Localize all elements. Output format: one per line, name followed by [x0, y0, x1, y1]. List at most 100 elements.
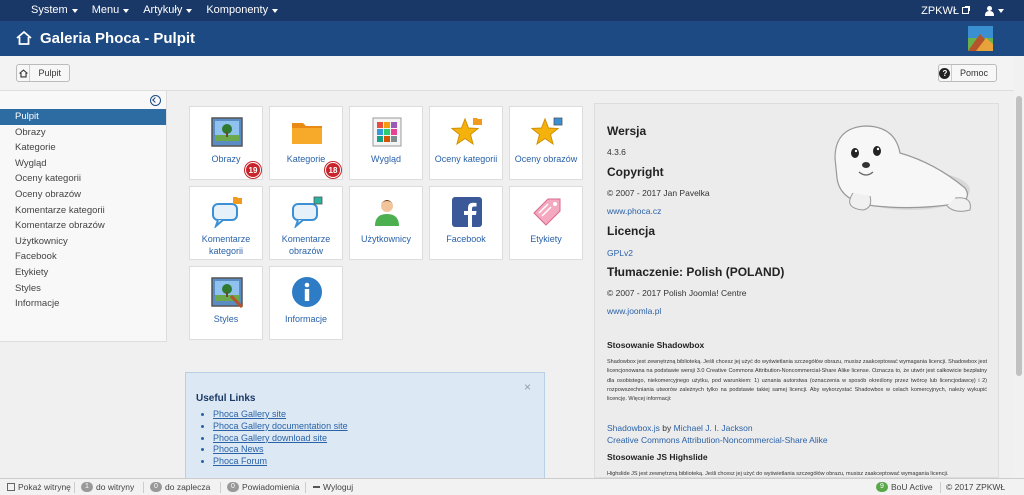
tile-appearance[interactable]: Wygląd: [349, 106, 423, 180]
divider: [74, 482, 75, 493]
messages-count-badge: 0: [227, 482, 239, 492]
sidebar-item-tags[interactable]: Etykiety: [0, 265, 166, 281]
info-panel: Wersja 4.3.6 Copyright © 2007 - 2017 Jan…: [594, 103, 999, 478]
question-icon: ?: [939, 67, 951, 79]
page-scrollbar[interactable]: [1014, 56, 1024, 478]
link-phoca-news[interactable]: Phoca News: [213, 444, 348, 456]
tile-users[interactable]: Użytkownicy: [349, 186, 423, 260]
user-menu[interactable]: [985, 5, 1004, 16]
sidebar-item-users[interactable]: Użytkownicy: [0, 234, 166, 250]
star-folder-icon: [451, 117, 482, 146]
sidebar-item-images[interactable]: Obrazy: [0, 125, 166, 141]
phoca-seal-mascot: [834, 125, 971, 212]
author-link[interactable]: Michael J. I. Jackson: [674, 423, 753, 433]
top-menu: System Menu Artykuły Komponenty: [24, 0, 285, 21]
toolbar: Pulpit ? Pomoc: [0, 56, 1024, 91]
sidebar-item-facebook[interactable]: Facebook: [0, 249, 166, 265]
menu-articles[interactable]: Artykuły: [136, 0, 199, 21]
divider: [220, 482, 221, 493]
show-site-link[interactable]: Pokaż witrynę: [7, 479, 71, 495]
useful-links-list: Phoca Gallery site Phoca Gallery documen…: [213, 409, 348, 468]
footer-copyright: © 2017 ZPKWŁ: [946, 482, 1006, 492]
home-icon: [17, 65, 31, 81]
messages[interactable]: 0 Powiadomienia: [227, 479, 300, 495]
tile-image-ratings[interactable]: Oceny obrazów: [509, 106, 583, 180]
close-icon[interactable]: ×: [524, 380, 531, 394]
tile-facebook[interactable]: Facebook: [429, 186, 503, 260]
page-title: Galeria Phoca - Pulpit: [40, 30, 196, 47]
sidebar: Pulpit Obrazy Kategorie Wygląd Oceny kat…: [0, 91, 167, 342]
styles-icon: [211, 277, 243, 308]
tile-category-comments[interactable]: Komentarze kategorii: [189, 186, 263, 260]
external-link-icon: [7, 483, 15, 491]
license-link[interactable]: GPLv2: [607, 248, 633, 258]
tile-image-comments[interactable]: Komentarze obrazów: [269, 186, 343, 260]
phoca-logo: [968, 26, 993, 51]
useful-links-title: Useful Links: [196, 393, 256, 404]
sidebar-item-image-comments[interactable]: Komentarze obrazów: [0, 218, 166, 234]
star-image-icon: [531, 117, 563, 146]
sidebar-item-image-ratings[interactable]: Oceny obrazów: [0, 187, 166, 203]
collapse-sidebar-icon[interactable]: [150, 95, 161, 106]
bou-status[interactable]: 9 BoU Active: [876, 479, 933, 495]
cc-license-link[interactable]: Creative Commons Attribution-Noncommerci…: [607, 435, 828, 445]
categories-count-badge: 18: [325, 162, 341, 178]
sidebar-item-category-comments[interactable]: Komentarze kategorii: [0, 203, 166, 219]
divider: [305, 482, 306, 493]
menu-components[interactable]: Komponenty: [199, 0, 285, 21]
link-download-site[interactable]: Phoca Gallery download site: [213, 433, 348, 445]
top-navbar: System Menu Artykuły Komponenty ZPKWŁ: [0, 0, 1024, 21]
sidebar-list: Pulpit Obrazy Kategorie Wygląd Oceny kat…: [0, 109, 166, 312]
page-header: Galeria Phoca - Pulpit: [0, 21, 1024, 56]
pulpit-button[interactable]: Pulpit: [16, 64, 70, 82]
info-icon: [292, 277, 322, 307]
folder-icon: [292, 123, 322, 144]
image-icon: [211, 117, 243, 147]
tile-styles[interactable]: Styles: [189, 266, 263, 340]
translation-heading: Tłumaczenie: Polish (POLAND): [607, 265, 785, 279]
shadowbox-link[interactable]: Shadowbox.js: [607, 423, 660, 433]
sidebar-item-pulpit[interactable]: Pulpit: [0, 109, 166, 125]
tile-categories[interactable]: Kategorie 18: [269, 106, 343, 180]
logout-icon: [313, 486, 320, 488]
highslide-text: Highslide JS jest zewnętrzną biblioteką.…: [607, 471, 949, 477]
shadowbox-heading: Stosowanie Shadowbox: [607, 340, 705, 350]
translation-link[interactable]: www.joomla.pl: [607, 306, 661, 316]
caret-down-icon: [71, 8, 78, 13]
caret-down-icon: [272, 8, 279, 13]
sidebar-item-styles[interactable]: Styles: [0, 281, 166, 297]
shadowbox-credits: Shadowbox.js by Michael J. I. Jackson: [607, 423, 753, 433]
version-value: 4.3.6: [607, 147, 626, 157]
sidebar-item-categories[interactable]: Kategorie: [0, 140, 166, 156]
user-icon: [985, 5, 994, 16]
site-link[interactable]: ZPKWŁ: [921, 5, 970, 17]
tile-images[interactable]: Obrazy 19: [189, 106, 263, 180]
caret-down-icon: [123, 8, 130, 13]
tile-info[interactable]: Informacje: [269, 266, 343, 340]
tile-category-ratings[interactable]: Oceny kategorii: [429, 106, 503, 180]
tile-tags[interactable]: Etykiety: [509, 186, 583, 260]
frontend-count-badge: 1: [81, 482, 93, 492]
bou-icon: 9: [876, 482, 888, 492]
menu-menu[interactable]: Menu: [85, 0, 137, 21]
link-documentation-site[interactable]: Phoca Gallery documentation site: [213, 421, 348, 433]
frontend-visitors[interactable]: 1 do witryny: [81, 479, 134, 495]
sidebar-item-appearance[interactable]: Wygląd: [0, 156, 166, 172]
copyright-text: © 2007 - 2017 Jan Pavelka: [607, 188, 710, 198]
help-button[interactable]: ? Pomoc: [938, 64, 997, 82]
sidebar-item-category-ratings[interactable]: Oceny kategorii: [0, 171, 166, 187]
tile-label: Komentarze kategorii: [201, 234, 251, 256]
menu-system[interactable]: System: [24, 0, 85, 21]
scrollbar-thumb[interactable]: [1016, 96, 1022, 376]
divider: [940, 482, 941, 493]
home-icon: [16, 30, 32, 45]
logout-link[interactable]: Wyloguj: [313, 479, 353, 495]
sidebar-item-info[interactable]: Informacje: [0, 296, 166, 312]
version-heading: Wersja: [607, 124, 647, 138]
link-phoca-gallery-site[interactable]: Phoca Gallery site: [213, 409, 348, 421]
link-phoca-forum[interactable]: Phoca Forum: [213, 456, 348, 468]
license-heading: Licencja: [607, 224, 656, 238]
images-count-badge: 19: [245, 162, 261, 178]
phoca-site-link[interactable]: www.phoca.cz: [607, 206, 661, 216]
backend-visitors[interactable]: 0 do zaplecza: [150, 479, 210, 495]
